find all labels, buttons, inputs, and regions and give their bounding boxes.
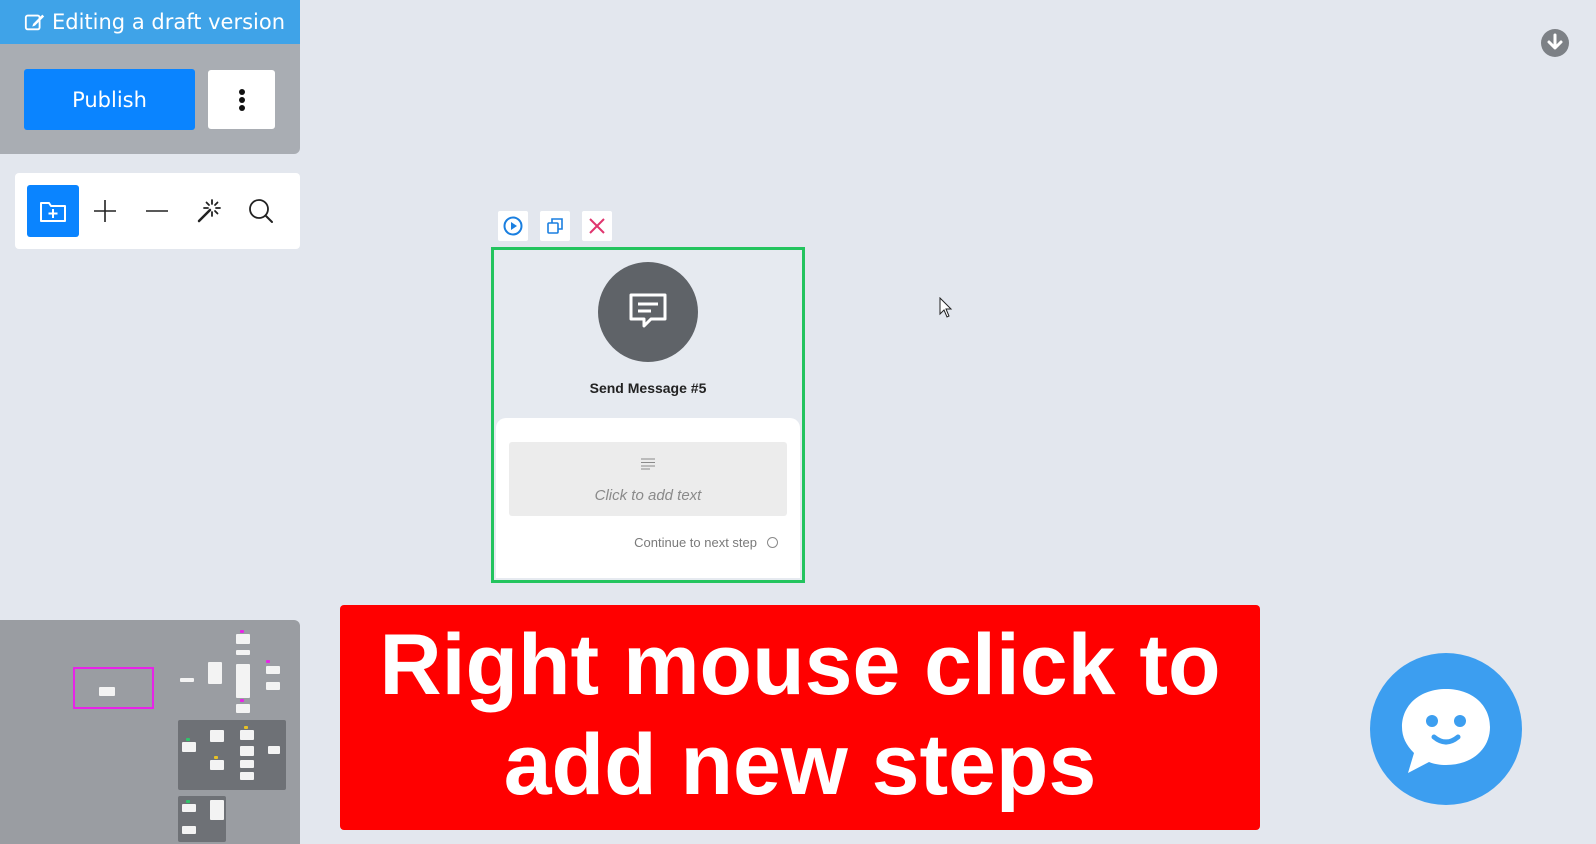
minimap-node [240,772,254,780]
more-options-button[interactable] [208,70,275,129]
magic-wand-icon [197,199,221,223]
minimap-node [208,662,222,684]
minimap-node [240,760,254,768]
minimap-node [182,804,196,812]
minimap-node [266,682,280,690]
continue-row: Continue to next step [634,535,778,550]
draft-banner-text: Editing a draft version [52,10,286,34]
vertical-ellipsis-icon [238,88,245,111]
auto-arrange-button[interactable] [183,185,235,237]
duplicate-icon [547,218,563,234]
tutorial-banner-line-1: Right mouse click to [379,617,1221,713]
publish-button[interactable]: Publish [24,69,195,130]
minimap-node [236,650,250,655]
continue-label: Continue to next step [634,535,757,550]
mouse-cursor-icon [939,297,953,318]
minimap-marker [266,660,270,663]
tutorial-banner-line-2: add new steps [503,717,1097,813]
folder-plus-icon [40,202,66,222]
minimap-group [178,720,286,790]
add-text-block[interactable]: Click to add text [509,442,787,516]
duplicate-step-button[interactable] [540,211,570,241]
node-body: Click to add text Continue to next step [496,418,800,578]
minimap-node [266,666,280,674]
minimap-node [240,746,254,756]
download-icon[interactable] [1540,28,1570,58]
node-actions [498,211,612,241]
minimap-marker [244,726,248,729]
node-avatar [598,262,698,362]
minimap-marker [186,738,190,741]
delete-icon [589,218,605,234]
minimap-node [210,800,224,820]
minimap-marker [240,699,244,702]
draft-panel: Editing a draft version Publish [0,0,300,154]
continue-connector[interactable] [767,537,778,548]
text-placeholder: Click to add text [594,487,702,504]
zoom-out-button[interactable] [131,185,183,237]
minimap-node [180,678,194,682]
text-lines-icon [641,458,655,470]
canvas-toolbar [15,173,300,249]
search-icon [249,199,273,223]
edit-icon [24,14,45,31]
minimap-marker [186,800,190,803]
draft-banner: Editing a draft version [0,0,300,44]
minimap-node [182,742,196,752]
minus-icon [146,210,168,212]
tutorial-banner: Right mouse click to add new steps [340,605,1260,830]
minimap[interactable] [0,620,300,844]
minimap-node [268,746,280,754]
message-icon [629,293,667,328]
test-step-button[interactable] [498,211,528,241]
plus-icon [94,200,116,222]
minimap-node [236,704,250,713]
minimap-marker [240,630,244,633]
new-folder-button[interactable] [27,185,79,237]
zoom-in-button[interactable] [79,185,131,237]
node-title: Send Message #5 [589,380,707,396]
delete-step-button[interactable] [582,211,612,241]
send-message-node[interactable]: Send Message #5 Click to add text Contin… [491,247,805,583]
minimap-marker [214,756,218,759]
search-button[interactable] [235,185,287,237]
minimap-node [236,664,250,698]
minimap-node [99,687,115,696]
minimap-node [182,826,196,834]
minimap-node [240,730,254,740]
minimap-node [210,760,224,770]
minimap-node [210,730,224,742]
play-icon [503,216,523,236]
minimap-node [236,634,250,644]
chat-smiley-icon [1402,689,1490,773]
chat-widget-button[interactable] [1370,653,1522,805]
